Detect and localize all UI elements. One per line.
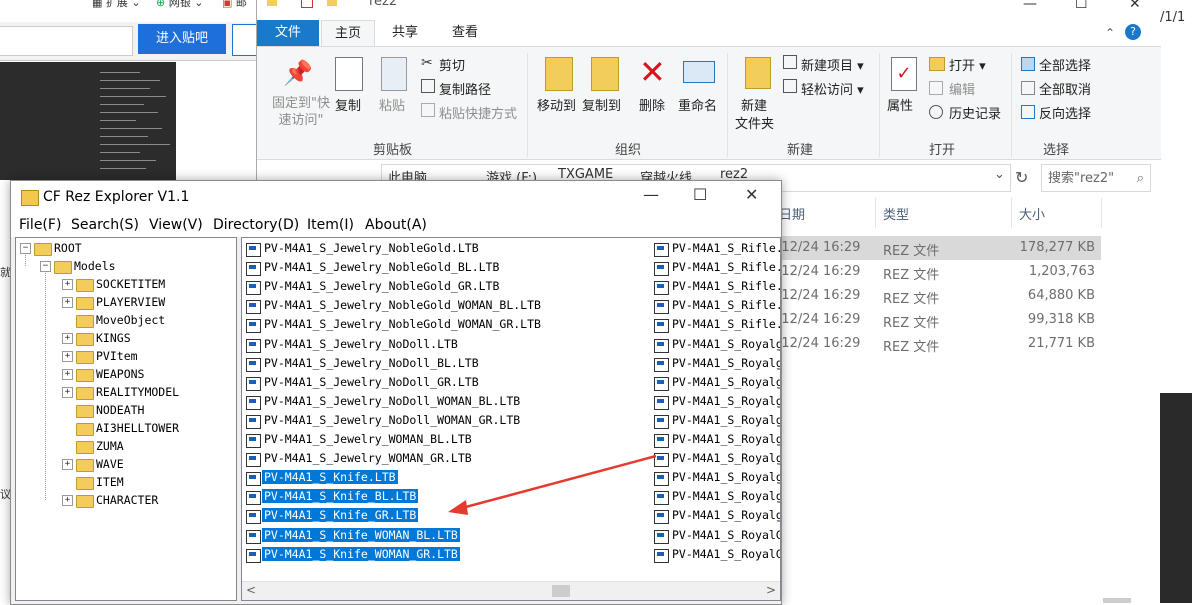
annotation-arrow bbox=[448, 454, 657, 515]
